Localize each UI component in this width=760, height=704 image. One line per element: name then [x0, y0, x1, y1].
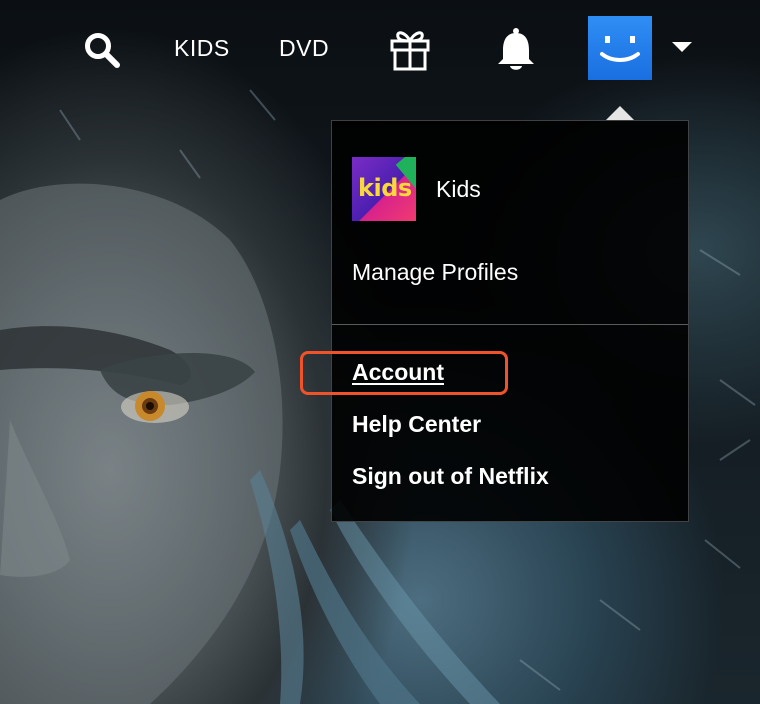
search-button[interactable] [82, 30, 122, 70]
account-dropdown-menu: kids Kids Manage Profiles Account Help C… [331, 120, 689, 522]
account-link[interactable]: Account [352, 359, 444, 386]
nav-kids-link[interactable]: KIDS [174, 32, 230, 64]
notifications-button[interactable] [494, 26, 538, 72]
dropdown-pointer [606, 106, 634, 120]
nav-dvd-link[interactable]: DVD [279, 32, 329, 64]
bell-icon [498, 28, 534, 70]
search-icon [85, 33, 120, 68]
menu-divider [332, 324, 688, 325]
profile-avatar[interactable] [588, 16, 652, 80]
caret-down-icon[interactable] [672, 42, 692, 52]
gift-icon [390, 31, 430, 71]
smiley-face-icon [600, 36, 640, 62]
kids-profile-thumbnail: kids [352, 157, 416, 221]
sign-out-link[interactable]: Sign out of Netflix [352, 463, 549, 490]
gift-button[interactable] [388, 26, 432, 72]
kids-logo: kids [358, 174, 412, 202]
manage-profiles-link[interactable]: Manage Profiles [352, 259, 518, 286]
profile-switch-kids[interactable]: kids Kids [352, 157, 672, 221]
help-center-link[interactable]: Help Center [352, 411, 481, 438]
profile-name: Kids [436, 176, 481, 202]
